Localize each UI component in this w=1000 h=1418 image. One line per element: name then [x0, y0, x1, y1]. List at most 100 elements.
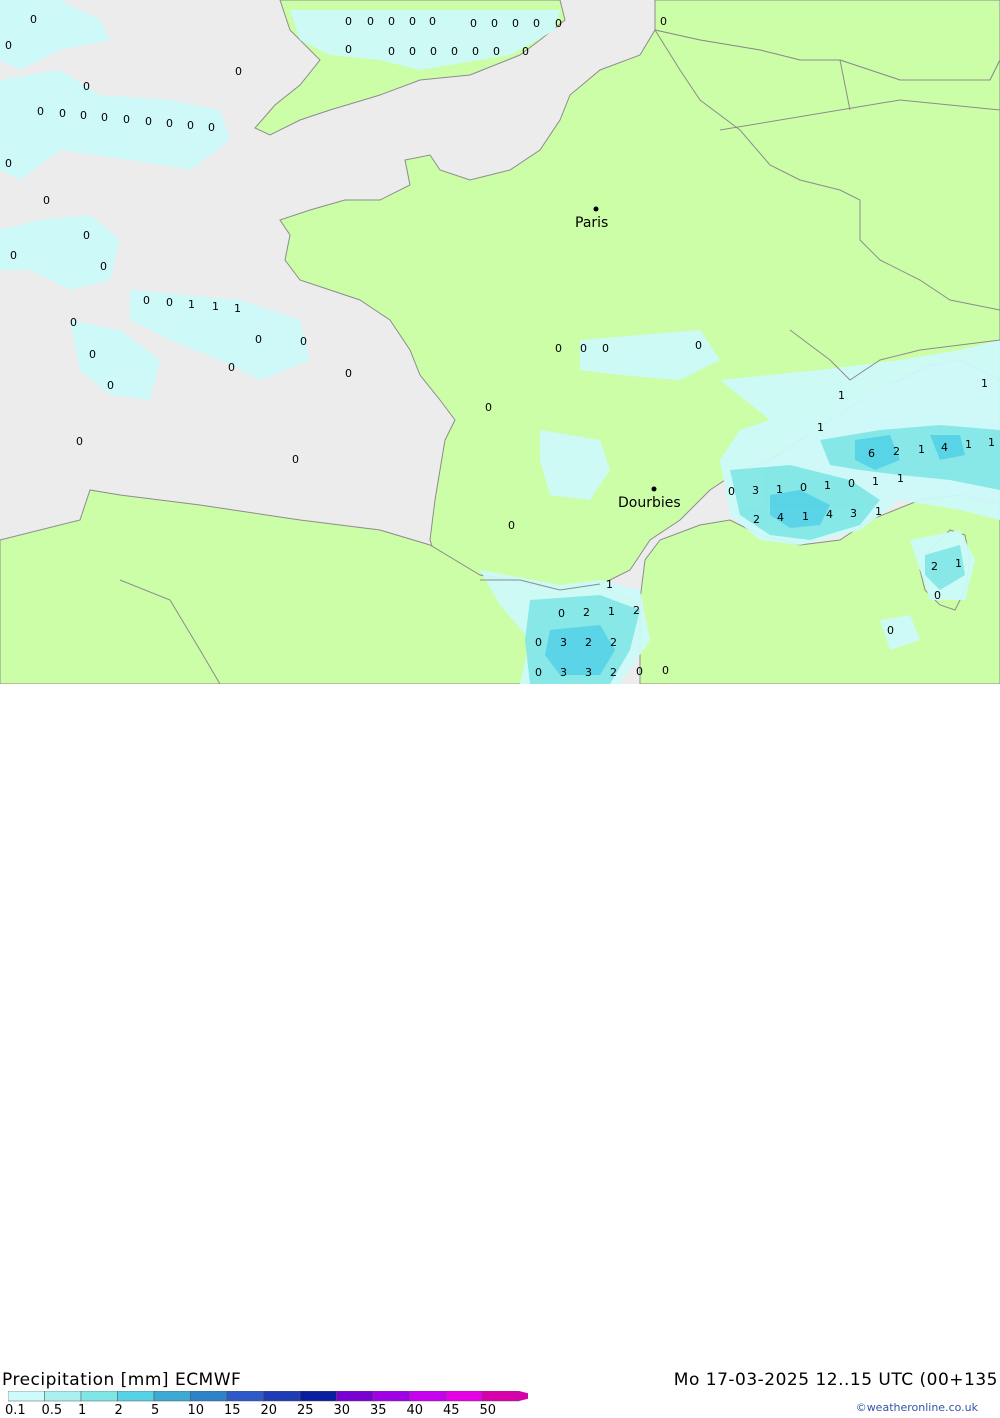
value-label: 1	[838, 389, 845, 402]
value-label: 0	[70, 316, 77, 329]
value-label: 1	[988, 436, 995, 449]
value-label: 0	[409, 15, 416, 28]
value-label: 0	[662, 664, 669, 677]
map-footer: Precipitation [mm] ECMWF Mo 17-03-2025 1…	[0, 684, 1000, 1418]
value-label: 1	[776, 483, 783, 496]
map-title: Precipitation [mm] ECMWF	[2, 1370, 242, 1390]
value-label: 0	[83, 80, 90, 93]
value-label: 0	[934, 589, 941, 602]
value-label: 0	[636, 665, 643, 678]
legend-swatch	[153, 1391, 191, 1402]
value-label: 0	[37, 105, 44, 118]
legend-label: 10	[187, 1403, 205, 1418]
legend-swatch	[409, 1391, 447, 1402]
precipitation-map: Paris Dourbies 0 0 0 0 0 0 0 0 0 0 0 0 0…	[0, 0, 1000, 684]
legend-label: 50	[479, 1403, 497, 1418]
value-label: 0	[472, 45, 479, 58]
legend-swatch	[44, 1391, 82, 1402]
legend-swatch	[372, 1391, 410, 1402]
legend-label: 5	[151, 1403, 160, 1418]
legend-label: 15	[224, 1403, 241, 1418]
value-label: 1	[817, 421, 824, 434]
value-label: 0	[848, 477, 855, 490]
value-label: 1	[875, 505, 882, 518]
value-label: 1	[802, 510, 809, 523]
value-label: 0	[145, 115, 152, 128]
value-label: 0	[43, 194, 50, 207]
legend-label: 30	[333, 1403, 351, 1418]
value-label: 0	[367, 15, 374, 28]
value-label: 0	[166, 296, 173, 309]
value-label: 1	[824, 479, 831, 492]
legend-label: 0.5	[41, 1403, 63, 1418]
value-label: 0	[660, 15, 667, 28]
value-label: 2	[610, 666, 617, 679]
value-label: 0	[512, 17, 519, 30]
paris-label: Paris	[575, 215, 608, 231]
value-label: 1	[212, 300, 219, 313]
legend-swatch	[299, 1391, 337, 1402]
value-label: 0	[429, 15, 436, 28]
legend-label: 35	[370, 1403, 387, 1418]
value-label: 0	[728, 485, 735, 498]
value-label: 1	[918, 443, 925, 456]
legend-arrow	[519, 1391, 528, 1401]
value-label: 3	[560, 636, 567, 649]
value-label: 0	[228, 361, 235, 374]
value-label: 0	[345, 43, 352, 56]
value-label: 0	[30, 13, 37, 26]
value-label: 0	[143, 294, 150, 307]
value-label: 0	[5, 157, 12, 170]
value-label: 0	[235, 65, 242, 78]
legend-swatch	[263, 1391, 301, 1402]
credit-link[interactable]: ©weatheronline.co.uk	[856, 1401, 978, 1414]
value-label: 3	[560, 666, 567, 679]
value-label: 0	[388, 45, 395, 58]
legend-swatch	[445, 1391, 483, 1402]
value-label: 0	[555, 17, 562, 30]
legend-label: 40	[406, 1403, 424, 1418]
value-label: 4	[941, 441, 948, 454]
value-label: 3	[850, 507, 857, 520]
value-label: 6	[868, 447, 875, 460]
value-label: 0	[409, 45, 416, 58]
value-label: 1	[872, 475, 879, 488]
value-label: 0	[555, 342, 562, 355]
value-label: 0	[451, 45, 458, 58]
value-label: 2	[585, 636, 592, 649]
value-label: 0	[208, 121, 215, 134]
value-label: 0	[255, 333, 262, 346]
value-label: 0	[5, 39, 12, 52]
legend-label: 0.1	[5, 1403, 26, 1418]
legend-swatch	[226, 1391, 264, 1402]
value-label: 1	[955, 557, 962, 570]
legend-swatch	[8, 1391, 45, 1402]
legend-swatch	[117, 1391, 155, 1402]
legend-label: 25	[297, 1403, 314, 1418]
value-label: 0	[292, 453, 299, 466]
value-label: 1	[234, 302, 241, 315]
value-label: 1	[188, 298, 195, 311]
value-label: 0	[580, 342, 587, 355]
legend-label: 20	[260, 1403, 278, 1418]
value-label: 0	[533, 17, 540, 30]
value-label: 0	[101, 111, 108, 124]
value-label: 4	[826, 508, 833, 521]
value-label: 2	[610, 636, 617, 649]
value-label: 0	[187, 119, 194, 132]
value-label: 1	[897, 472, 904, 485]
legend-swatch	[190, 1391, 228, 1402]
value-label: 0	[80, 109, 87, 122]
value-label: 0	[535, 636, 542, 649]
value-label: 0	[887, 624, 894, 637]
legend-label: 2	[114, 1403, 123, 1418]
legend-label: 1	[78, 1403, 87, 1418]
value-label: 0	[107, 379, 114, 392]
value-label: 4	[777, 511, 784, 524]
value-label: 2	[633, 604, 640, 617]
paris-marker	[593, 206, 599, 212]
color-legend	[8, 1391, 528, 1402]
value-label: 0	[535, 666, 542, 679]
legend-swatch	[336, 1391, 374, 1402]
value-label: 0	[491, 17, 498, 30]
